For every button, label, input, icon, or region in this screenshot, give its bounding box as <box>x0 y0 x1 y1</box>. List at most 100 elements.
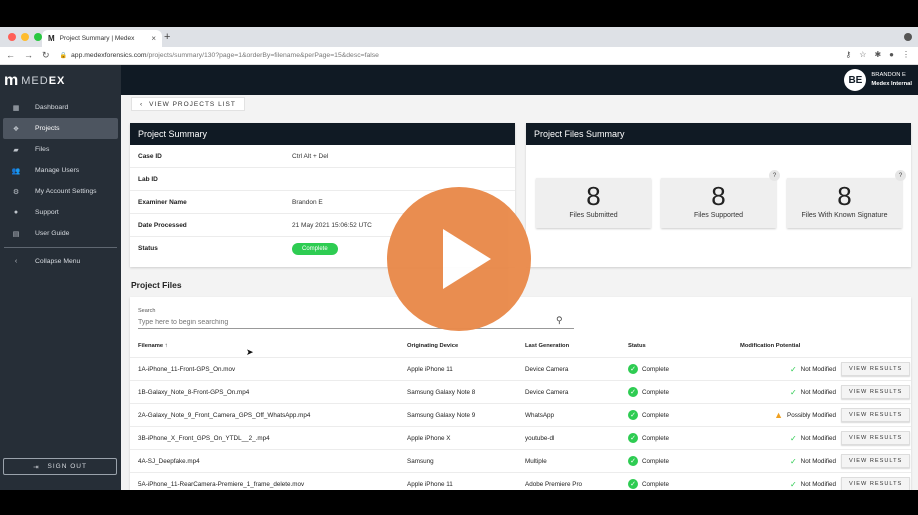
sidebar-item-manage-users[interactable]: 👥 Manage Users <box>3 160 118 181</box>
table-row[interactable]: 2A-Galaxy_Note_9_Front_Camera_GPS_Off_Wh… <box>130 404 911 427</box>
sidebar-item-support[interactable]: ● Support <box>3 202 118 223</box>
column-modification[interactable]: Modification Potential <box>740 343 800 349</box>
sidebar-item-files[interactable]: ▰ Files <box>3 139 118 160</box>
search-label: Search <box>138 308 156 314</box>
gear-icon: ⚙ <box>12 188 20 196</box>
video-play-button[interactable] <box>387 187 531 331</box>
check-circle-icon: ✓ <box>628 387 638 397</box>
reload-icon[interactable]: ↻ <box>42 50 50 61</box>
chat-icon: ● <box>13 209 19 216</box>
new-tab-icon[interactable]: + <box>164 31 170 43</box>
user-menu[interactable]: BE BRANDON E Medex Internal <box>844 69 912 91</box>
project-summary-title: Project Summary <box>130 123 515 145</box>
logo-word: MEDEX <box>21 75 66 87</box>
files-summary-title: Project Files Summary <box>526 123 911 145</box>
view-results-button[interactable]: VIEW RESULTS <box>841 454 911 468</box>
project-files-title: Project Files <box>131 280 182 290</box>
view-results-button[interactable]: VIEW RESULTS <box>841 385 911 399</box>
top-bar: BE BRANDON E Medex Internal <box>121 65 918 95</box>
address-bar: ← → ↻ 🔒 app.medexforensics.com/projects/… <box>0 47 918 65</box>
view-results-button[interactable]: VIEW RESULTS <box>841 408 911 422</box>
help-icon[interactable]: ? <box>895 170 906 181</box>
table-row[interactable]: 5A-iPhone_11-RearCamera-Premiere_1_frame… <box>130 473 911 490</box>
column-device[interactable]: Originating Device <box>407 343 458 349</box>
sidebar: m MEDEX ▦ Dashboard ❖ Projects ▰ Files 👥 Man… <box>0 65 121 490</box>
sidebar-item-dashboard[interactable]: ▦ Dashboard <box>3 97 118 118</box>
check-circle-icon: ✓ <box>628 456 638 466</box>
minimize-window-button[interactable] <box>21 33 29 41</box>
warning-icon: ▲ <box>774 410 783 420</box>
table-row[interactable]: 3B-iPhone_X_Front_GPS_On_YTDL__2_.mp4 Ap… <box>130 427 911 450</box>
collapse-menu-button[interactable]: ‹ Collapse Menu <box>3 251 118 272</box>
sidebar-item-user-guide[interactable]: ▤ User Guide <box>3 223 118 244</box>
user-org: Medex Internal <box>871 81 912 87</box>
tab-bar: M Project Summary | Medex × + <box>0 27 918 47</box>
status-badge: Complete <box>292 242 338 255</box>
help-icon[interactable]: ? <box>769 170 780 181</box>
sidebar-item-projects[interactable]: ❖ Projects <box>3 118 118 139</box>
profile-icon[interactable]: ● <box>889 50 894 59</box>
maximize-window-button[interactable] <box>34 33 42 41</box>
back-arrow-icon[interactable]: ← <box>6 50 15 61</box>
play-icon <box>443 229 491 289</box>
sidebar-item-account-settings[interactable]: ⚙ My Account Settings <box>3 181 118 202</box>
project-files-summary-card: Project Files Summary 8 Files Submitted … <box>526 123 911 267</box>
folder-stack-icon: ❖ <box>12 125 20 133</box>
close-tab-icon[interactable]: × <box>151 34 156 43</box>
more-menu-icon[interactable]: ⋮ <box>902 50 910 59</box>
logo-mark-icon: m <box>4 72 18 89</box>
avatar: BE <box>844 69 867 91</box>
grid-icon: ▦ <box>12 104 20 112</box>
extension-icon[interactable]: ✱ <box>874 50 881 59</box>
url-path: /projects/summary/130?page=1&orderBy=fil… <box>146 52 379 59</box>
check-circle-icon: ✓ <box>628 433 638 443</box>
column-filename[interactable]: Filename ↑ <box>138 343 168 349</box>
sidebar-divider <box>4 247 117 248</box>
check-circle-icon: ✓ <box>628 364 638 374</box>
key-icon[interactable]: ⚷ <box>845 50 851 59</box>
checkmark-icon: ✓ <box>789 433 797 443</box>
stat-files-supported: ? 8 Files Supported <box>661 170 780 228</box>
table-header: Filename ↑ Originating Device Last Gener… <box>130 335 911 358</box>
search-icon[interactable]: ⚲ <box>556 315 563 326</box>
stat-files-submitted: 8 Files Submitted <box>536 178 651 228</box>
sign-out-button[interactable]: ⇥ SIGN OUT <box>3 458 117 475</box>
column-status[interactable]: Status <box>628 343 646 349</box>
lock-icon: 🔒 <box>59 53 68 59</box>
medex-favicon-icon: M <box>48 34 55 43</box>
sign-out-icon: ⇥ <box>33 463 40 471</box>
browser-menu-icon[interactable] <box>904 33 912 41</box>
folder-open-icon: ▰ <box>13 146 19 154</box>
table-row[interactable]: 4A-SJ_Deepfake.mp4 Samsung Multiple ✓ Com… <box>130 450 911 473</box>
tab-title: Project Summary | Medex <box>59 35 135 42</box>
stat-files-known-signature: ? 8 Files With Known Signature <box>787 170 906 228</box>
document-icon: ▤ <box>12 230 20 238</box>
column-last-generation[interactable]: Last Generation <box>525 343 569 349</box>
medex-logo[interactable]: m MEDEX <box>0 65 121 97</box>
close-window-button[interactable] <box>8 33 16 41</box>
search-input[interactable] <box>138 316 574 329</box>
table-row[interactable]: 1A-iPhone_11-Front-GPS_On.mov Apple iPho… <box>130 358 911 381</box>
checkmark-icon: ✓ <box>789 479 797 489</box>
view-results-button[interactable]: VIEW RESULTS <box>841 477 911 490</box>
project-files-table: Search ⚲ ➤ Filename ↑ Originating Device… <box>130 297 911 490</box>
check-circle-icon: ✓ <box>628 479 638 489</box>
check-circle-icon: ✓ <box>628 410 638 420</box>
view-results-button[interactable]: VIEW RESULTS <box>841 431 911 445</box>
view-projects-list-button[interactable]: ‹ VIEW PROJECTS LIST <box>131 97 245 111</box>
view-results-button[interactable]: VIEW RESULTS <box>841 362 911 376</box>
users-icon: 👥 <box>11 167 21 175</box>
chevron-left-icon: ‹ <box>140 100 144 108</box>
browser-tab[interactable]: M Project Summary | Medex × <box>42 30 162 47</box>
url-domain: app.medexforensics.com <box>71 52 147 59</box>
window-controls <box>8 33 42 41</box>
chevron-left-icon: ‹ <box>14 258 18 265</box>
table-row[interactable]: 1B-Galaxy_Note_8-Front-GPS_On.mp4 Samsun… <box>130 381 911 404</box>
checkmark-icon: ✓ <box>789 364 797 374</box>
star-icon[interactable]: ☆ <box>859 50 866 59</box>
url-field[interactable]: 🔒 app.medexforensics.com/projects/summar… <box>60 52 379 59</box>
checkmark-icon: ✓ <box>789 456 797 466</box>
forward-arrow-icon[interactable]: → <box>24 50 33 61</box>
summary-row-case-id: Case ID Ctrl Alt + Del <box>130 145 515 168</box>
user-name: BRANDON E <box>871 72 906 78</box>
